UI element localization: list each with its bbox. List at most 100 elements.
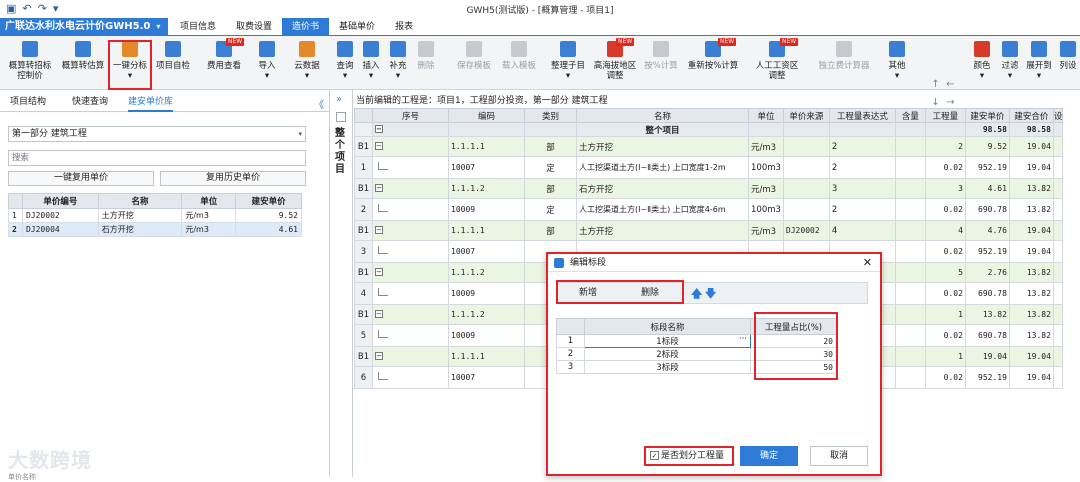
move-up-icon[interactable]: 🡅 xyxy=(691,285,702,304)
checkbox-icon[interactable]: ✓ xyxy=(650,451,659,460)
collapse-toggle-icon[interactable]: − xyxy=(375,352,383,360)
tab-base-price[interactable]: 基础单价 xyxy=(329,18,385,36)
column-header-unit[interactable]: 单位 xyxy=(181,193,237,209)
toolbar-cloud-data-button[interactable]: 云数据 ▾ xyxy=(290,38,324,88)
division-row[interactable]: B1−1.1.1.1 部土方开挖 元/m3 2 2 9.52 19.04 xyxy=(354,136,1064,157)
toolbar-column-settings-button[interactable]: 列设 xyxy=(1056,38,1080,88)
tab-unit-price-library[interactable]: 建安单价库 xyxy=(128,92,174,112)
close-icon[interactable]: ✕ xyxy=(863,254,872,272)
table-row[interactable]: 2 DJ20004 石方开挖 元/m3 4.61 xyxy=(8,222,302,237)
column-header-name[interactable]: 名称 xyxy=(97,193,183,209)
root-row[interactable]: − 整个项目 98.58 98.58 xyxy=(354,122,1064,137)
toolbar-expand-button[interactable]: 展开到 ▾ xyxy=(1024,38,1054,88)
toolbar-percent-button[interactable]: 按%计算 xyxy=(642,38,680,88)
column-header-seq[interactable]: 序号 xyxy=(372,108,449,123)
toolbar-wage-button[interactable]: NEW 人工工资区 调整 xyxy=(752,38,802,88)
expand-panel-icon[interactable]: » xyxy=(336,94,342,105)
toolbar-import-button[interactable]: 导入 ▾ xyxy=(252,38,282,88)
column-header-unit-price[interactable]: 建安单价 xyxy=(964,108,1010,123)
ok-button[interactable]: 确定 xyxy=(740,446,798,466)
arrow-down-icon[interactable]: ↓ xyxy=(931,97,939,108)
toolbar-load-template-button[interactable]: 载入模板 xyxy=(498,38,540,88)
tree-connector xyxy=(378,246,388,254)
toolbar-fee-view-button[interactable]: NEW 费用查看 xyxy=(202,38,246,88)
column-header-price-source[interactable]: 单价来源 xyxy=(782,108,830,123)
tab-project-info[interactable]: 项目信息 xyxy=(170,18,226,36)
arrow-right-icon[interactable]: → xyxy=(946,97,954,108)
tab-fee-settings[interactable]: 取费设置 xyxy=(226,18,282,36)
collapse-toggle-icon[interactable]: − xyxy=(375,226,383,234)
toolbar-calculator-button[interactable]: 独立费计算器 xyxy=(814,38,874,88)
section-name-cell[interactable]: 3标段 xyxy=(584,360,751,374)
row-number: 3 xyxy=(556,360,585,374)
toolbar-save-template-button[interactable]: 保存模板 xyxy=(452,38,496,88)
column-header-section-name[interactable]: 标段名称 xyxy=(584,318,751,335)
column-header-quantity-expr[interactable]: 工程量表达式 xyxy=(828,108,896,123)
column-header-price[interactable]: 建安单价 xyxy=(235,193,302,209)
item-unit-price: 952.19 xyxy=(964,366,1010,389)
toolbar-recalc-percent-button[interactable]: NEW 重新按%计算 xyxy=(684,38,742,88)
document-icon[interactable] xyxy=(336,112,346,122)
collapse-toggle-icon[interactable]: − xyxy=(375,268,383,276)
toolbar-search-button[interactable]: 查询 ▾ xyxy=(334,38,356,88)
item-total-price: 13.82 xyxy=(1008,304,1054,325)
collapse-toggle-icon[interactable]: − xyxy=(375,184,383,192)
arrow-left-icon[interactable]: ← xyxy=(946,79,954,90)
left-panel-tabs: 项目结构 快速查询 建安单价库 《 xyxy=(0,92,330,112)
reuse-unit-price-button[interactable]: 一键复用单价 xyxy=(8,171,154,186)
toolbar-convert-estimate-button[interactable]: 概算转估算 xyxy=(58,38,108,88)
app-name[interactable]: 广联达水利水电云计价GWH5.0 ▾ xyxy=(0,18,168,36)
bottom-edge-text: 单价名称 xyxy=(8,473,36,481)
self-check-icon xyxy=(165,41,181,57)
column-header-category[interactable]: 类别 xyxy=(524,108,577,123)
column-header-settings[interactable]: 设 xyxy=(1052,108,1064,123)
collapse-toggle-icon[interactable]: − xyxy=(375,142,383,150)
item-code: 1.1.1.2 xyxy=(448,178,525,199)
column-header-name[interactable]: 名称 xyxy=(576,108,749,123)
toolbar-delete-button[interactable]: 删除 xyxy=(414,38,438,88)
tree-cell: − xyxy=(372,136,449,157)
table-row[interactable]: 1 DJ20002 土方开挖 元/m3 9.52 xyxy=(8,208,302,223)
column-header-total-price[interactable]: 建安合价 xyxy=(1008,108,1054,123)
toolbar-altitude-button[interactable]: NEW 高海拔地区 调整 xyxy=(590,38,640,88)
tab-quick-query[interactable]: 快速查询 xyxy=(72,92,108,112)
column-header-quantity[interactable]: 工程量 xyxy=(924,108,966,123)
toolbar-self-check-button[interactable]: 项目自检 xyxy=(152,38,194,88)
column-header-unit[interactable]: 单位 xyxy=(748,108,784,123)
reuse-history-price-button[interactable]: 复用历史单价 xyxy=(160,171,306,186)
arrow-up-icon[interactable]: ↑ xyxy=(931,79,939,90)
item-unit-price: 952.19 xyxy=(964,156,1010,179)
section-select[interactable]: 第一部分 建筑工程 ▾ xyxy=(8,126,306,142)
division-row[interactable]: B1−1.1.1.2 部石方开挖 元/m3 3 3 4.61 13.82 xyxy=(354,178,1064,199)
tab-project-structure[interactable]: 项目结构 xyxy=(10,92,46,112)
row-number: 1 xyxy=(354,156,373,179)
row-number: 6 xyxy=(354,366,373,389)
column-header-code[interactable]: 单价编号 xyxy=(21,193,99,209)
vertical-project-label[interactable]: 整个项目 xyxy=(335,128,347,176)
toolbar-organize-button[interactable]: 整理子目 ▾ xyxy=(548,38,588,88)
toolbar-color-button[interactable]: 颜色 ▾ xyxy=(970,38,994,88)
section-name-cell[interactable]: 2标段 xyxy=(584,347,751,361)
collapse-toggle-icon[interactable]: − xyxy=(375,310,383,318)
toolbar-convert-bid-button[interactable]: 概算转招标 控制价 xyxy=(4,38,56,88)
toolbar-filter-button[interactable]: 过滤 ▾ xyxy=(998,38,1022,88)
cancel-button[interactable]: 取消 xyxy=(810,446,868,466)
toolbar-insert-button[interactable]: 插入 ▾ xyxy=(360,38,382,88)
column-header-code[interactable]: 编码 xyxy=(448,108,525,123)
divide-quantity-checkbox[interactable]: ✓ 是否划分工程量 xyxy=(644,446,734,466)
tab-cost-book[interactable]: 造价书 xyxy=(282,18,330,36)
move-down-icon[interactable]: 🡇 xyxy=(705,285,716,304)
ellipsis-icon[interactable]: ··· xyxy=(739,334,747,344)
toolbar-supplement-button[interactable]: 补充 ▾ xyxy=(386,38,410,88)
collapse-toggle-icon[interactable]: − xyxy=(375,125,383,133)
toolbar-other-button[interactable]: 其他 ▾ xyxy=(884,38,910,88)
row-number: B1 xyxy=(354,178,373,199)
tab-reports[interactable]: 报表 xyxy=(385,18,423,36)
division-row[interactable]: B1−1.1.1.1 部土方开挖 元/m3 DJ20002 4 4 4.76 19.04 xyxy=(354,220,1064,241)
section-name-cell[interactable]: 1标段 ··· xyxy=(584,334,751,348)
column-header-content[interactable]: 含量 xyxy=(894,108,926,123)
search-input[interactable] xyxy=(8,150,306,166)
quota-row[interactable]: 2 10009 定人工挖渠道土方(Ⅰ~Ⅱ类土) 上口宽度4-6m 100m3 2 0.02… xyxy=(354,198,1064,221)
quota-row[interactable]: 1 10007 定人工挖渠道土方(Ⅰ~Ⅱ类土) 上口宽度1-2m 100m3 2 0.02… xyxy=(354,156,1064,179)
collapse-panel-icon[interactable]: 《 xyxy=(314,96,324,111)
